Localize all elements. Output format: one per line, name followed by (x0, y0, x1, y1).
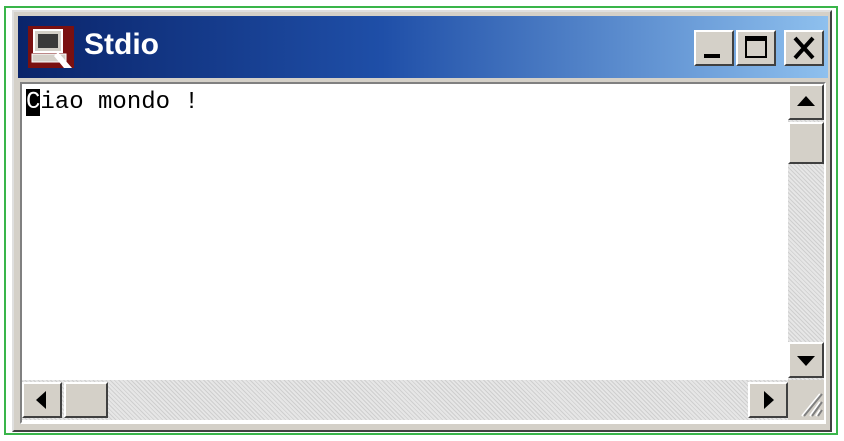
scroll-up-button[interactable] (788, 84, 824, 120)
horizontal-scroll-thumb[interactable] (64, 382, 108, 418)
resize-grip[interactable] (788, 380, 824, 420)
minimize-button[interactable] (694, 30, 734, 66)
scroll-left-button[interactable] (22, 382, 62, 418)
console-app-icon[interactable] (28, 26, 74, 68)
window-title: Stdio (84, 28, 159, 61)
arrow-down-icon (797, 356, 815, 366)
horizontal-scrollbar[interactable] (22, 380, 788, 420)
scroll-right-button[interactable] (748, 382, 788, 418)
console-output-area[interactable]: Ciao mondo ! (20, 82, 826, 424)
arrow-right-icon (764, 391, 774, 409)
vertical-scrollbar[interactable] (788, 84, 824, 380)
close-icon (793, 36, 815, 60)
title-bar[interactable]: Stdio (18, 16, 828, 78)
maximize-icon (745, 36, 767, 58)
resize-grip-icon (801, 393, 823, 417)
maximize-button[interactable] (736, 30, 776, 66)
console-window: Stdio Ciao mondo ! (12, 10, 832, 432)
minimize-icon (704, 54, 720, 58)
vertical-scroll-thumb[interactable] (788, 122, 824, 164)
scroll-down-button[interactable] (788, 342, 824, 378)
text-cursor: C (26, 89, 41, 116)
close-button[interactable] (784, 30, 824, 66)
arrow-left-icon (36, 391, 46, 409)
console-text: Ciao mondo ! (26, 88, 199, 118)
console-line: iao mondo ! (40, 89, 199, 116)
arrow-up-icon (797, 96, 815, 106)
